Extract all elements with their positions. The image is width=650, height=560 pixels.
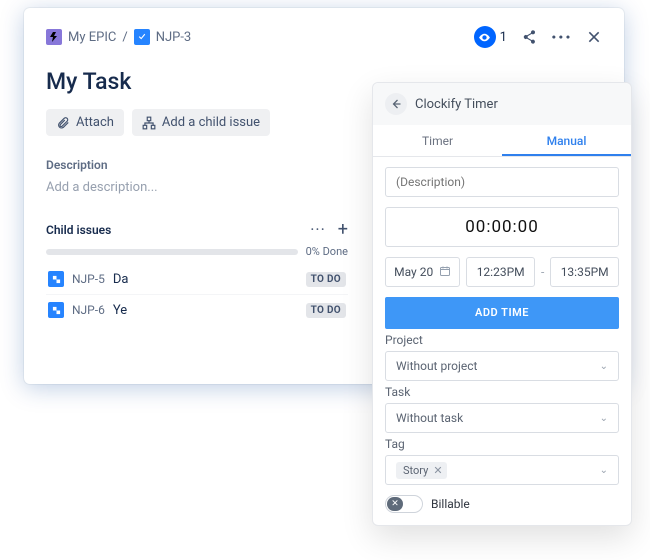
tag-select[interactable]: Story ✕ ⌄ (385, 455, 619, 485)
more-actions-button[interactable]: ··· (551, 27, 572, 47)
chevron-down-icon: ⌄ (600, 413, 608, 424)
task-label: Task (385, 385, 619, 399)
toggle-knob-off-icon: ✕ (387, 497, 403, 511)
description-input[interactable] (396, 175, 608, 189)
project-label: Project (385, 333, 619, 347)
child-issue-status[interactable]: TO DO (306, 303, 346, 318)
epic-icon (46, 29, 62, 45)
breadcrumb-separator: / (122, 30, 127, 45)
attach-button[interactable]: Attach (46, 109, 124, 136)
tag-label: Tag (385, 437, 619, 451)
child-issue-summary: Ye (113, 303, 298, 318)
watch-count: 1 (500, 30, 507, 45)
child-issue-row[interactable]: NJP-6 Ye TO DO (46, 295, 348, 325)
tag-chip-label: Story (403, 464, 428, 477)
tag-remove-icon[interactable]: ✕ (433, 464, 442, 477)
clockify-title: Clockify Timer (415, 97, 498, 112)
tree-icon (142, 116, 156, 130)
task-icon (134, 29, 150, 45)
project-select[interactable]: Without project ⌄ (385, 351, 619, 381)
task-value: Without task (396, 411, 463, 425)
start-time-value: 12:23PM (477, 265, 525, 279)
subtask-icon (48, 302, 64, 318)
tab-timer[interactable]: Timer (373, 125, 502, 156)
calendar-icon (439, 265, 451, 280)
child-issue-key: NJP-6 (72, 303, 105, 317)
project-value: Without project (396, 359, 477, 373)
end-time-field[interactable]: 13:35PM (550, 257, 619, 287)
child-issue-status[interactable]: TO DO (306, 272, 346, 287)
child-progress: 0% Done (46, 245, 348, 258)
breadcrumb-issue-link[interactable]: NJP-3 (156, 30, 192, 45)
billable-toggle[interactable]: ✕ (385, 495, 423, 513)
description-field[interactable] (385, 167, 619, 197)
clockify-tabs: Timer Manual (373, 125, 631, 157)
child-issue-key: NJP-5 (72, 272, 105, 286)
clockify-header: Clockify Timer (373, 83, 631, 125)
child-issues-header: Child issues ··· + (46, 221, 348, 239)
child-issues-heading: Child issues (46, 223, 111, 237)
modal-header-row: My EPIC / NJP-3 1 ··· (46, 26, 602, 48)
add-child-button[interactable]: Add a child issue (132, 109, 270, 136)
tag-chip: Story ✕ (396, 462, 447, 479)
attach-label: Attach (76, 115, 114, 130)
modal-actions: 1 ··· (474, 26, 602, 48)
progress-bar (46, 249, 298, 255)
date-value: May 20 (394, 265, 433, 279)
close-button[interactable] (586, 29, 602, 45)
clockify-panel: Clockify Timer Timer Manual 00:00:00 May… (372, 82, 632, 526)
date-field[interactable]: May 20 (385, 257, 460, 287)
clockify-body: 00:00:00 May 20 12:23PM - 13:35PM ADD TI… (373, 157, 631, 329)
billable-label: Billable (431, 497, 470, 511)
child-issue-row[interactable]: NJP-5 Da TO DO (46, 264, 348, 295)
duration-display[interactable]: 00:00:00 (385, 207, 619, 247)
billable-row: ✕ Billable (385, 495, 619, 513)
time-range-separator: - (541, 265, 544, 279)
breadcrumb: My EPIC / NJP-3 (46, 29, 191, 45)
task-select[interactable]: Without task ⌄ (385, 403, 619, 433)
chevron-down-icon: ⌄ (600, 465, 608, 476)
tab-manual[interactable]: Manual (502, 125, 631, 156)
child-issue-summary: Da (113, 272, 298, 287)
back-button[interactable] (385, 93, 407, 115)
add-child-label: Add a child issue (162, 115, 260, 130)
subtask-icon (48, 271, 64, 287)
watch-button[interactable]: 1 (474, 26, 507, 48)
arrow-left-icon (390, 98, 402, 110)
breadcrumb-epic-link[interactable]: My EPIC (68, 30, 116, 45)
add-time-button[interactable]: ADD TIME (385, 297, 619, 329)
chevron-down-icon: ⌄ (600, 361, 608, 372)
time-range-row: May 20 12:23PM - 13:35PM (385, 257, 619, 287)
child-issues-more-button[interactable]: ··· (310, 222, 326, 238)
child-issues-add-button[interactable]: + (338, 221, 348, 239)
progress-label: 0% Done (306, 245, 348, 258)
child-issues-list: NJP-5 Da TO DO NJP-6 Ye TO DO (46, 264, 348, 325)
eye-icon (474, 26, 496, 48)
start-time-field[interactable]: 12:23PM (466, 257, 535, 287)
share-button[interactable] (521, 29, 537, 45)
end-time-value: 13:35PM (561, 265, 609, 279)
paperclip-icon (56, 116, 70, 130)
